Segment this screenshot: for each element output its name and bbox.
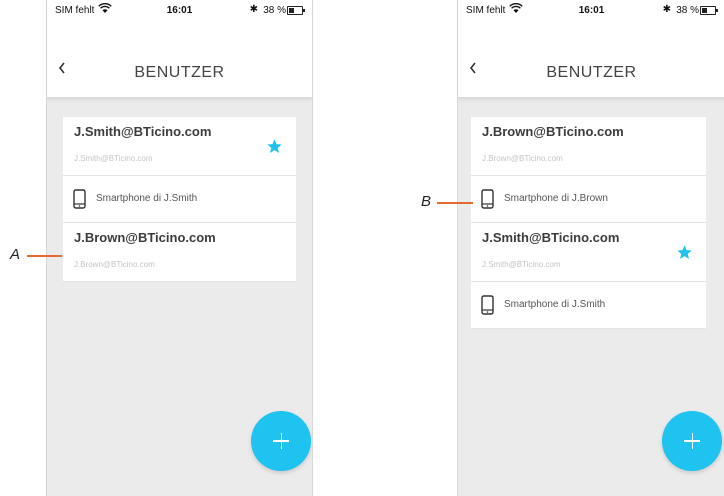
user-list: J.Brown@BTicino.com J.Brown@BTicino.com … (471, 117, 706, 329)
user-email: J.Brown@BTicino.com (482, 124, 624, 139)
screen-left: SIM fehlt 16:01 ✱ 38 % BENUTZER J.Smith@… (46, 0, 313, 496)
nav-bar: BENUTZER (458, 22, 724, 98)
battery-icon (287, 6, 305, 15)
device-label: Smartphone di J.Smith (504, 299, 606, 310)
smartphone-icon (73, 189, 86, 209)
status-bar: SIM fehlt 16:01 ✱ 38 % (47, 0, 312, 22)
user-list: J.Smith@BTicino.com J.Smith@BTicino.com … (63, 117, 296, 282)
user-row-jsmith[interactable]: J.Smith@BTicino.com J.Smith@BTicino.com (63, 117, 296, 176)
battery-icon (700, 6, 718, 15)
user-subtitle: J.Smith@BTicino.com (74, 154, 153, 163)
user-subtitle: J.Brown@BTicino.com (482, 154, 563, 163)
callout-line-b (437, 202, 473, 204)
callout-line-a (27, 255, 62, 257)
user-row-jsmith[interactable]: J.Smith@BTicino.com J.Smith@BTicino.com (471, 223, 706, 282)
smartphone-icon (481, 295, 494, 315)
device-row[interactable]: Smartphone di J.Brown (471, 176, 706, 223)
battery-fill (289, 8, 294, 13)
favorite-star-icon[interactable] (676, 244, 693, 261)
user-email: J.Smith@BTicino.com (482, 230, 620, 245)
battery-percent: 38 % (263, 5, 286, 16)
bluetooth-icon: ✱ (249, 4, 258, 15)
screen-right: SIM fehlt 16:01 ✱ 38 % BENUTZER J.Brown@… (457, 0, 724, 496)
device-row[interactable]: Smartphone di J.Smith (471, 282, 706, 329)
device-label: Smartphone di J.Smith (96, 193, 198, 204)
user-email: J.Brown@BTicino.com (74, 230, 216, 245)
page-title: BENUTZER (546, 64, 637, 81)
page-title: BENUTZER (134, 64, 225, 81)
user-subtitle: J.Brown@BTicino.com (74, 260, 155, 269)
status-bar: SIM fehlt 16:01 ✱ 38 % (458, 0, 724, 22)
nav-bar: BENUTZER (47, 22, 312, 98)
smartphone-icon (481, 189, 494, 209)
user-row-jbrown[interactable]: J.Brown@BTicino.com J.Brown@BTicino.com (63, 223, 296, 282)
bluetooth-icon: ✱ (662, 4, 671, 15)
battery-percent: 38 % (676, 5, 699, 16)
user-email: J.Smith@BTicino.com (74, 124, 212, 139)
user-subtitle: J.Smith@BTicino.com (482, 260, 561, 269)
add-user-button[interactable] (662, 411, 722, 471)
add-user-button[interactable] (251, 411, 311, 471)
battery-fill (702, 8, 707, 13)
user-row-jbrown[interactable]: J.Brown@BTicino.com J.Brown@BTicino.com (471, 117, 706, 176)
callout-label-b: B (421, 193, 432, 210)
device-label: Smartphone di J.Brown (504, 193, 608, 204)
callout-label-a: A (10, 246, 21, 263)
device-row[interactable]: Smartphone di J.Smith (63, 176, 296, 223)
favorite-star-icon[interactable] (266, 138, 283, 155)
